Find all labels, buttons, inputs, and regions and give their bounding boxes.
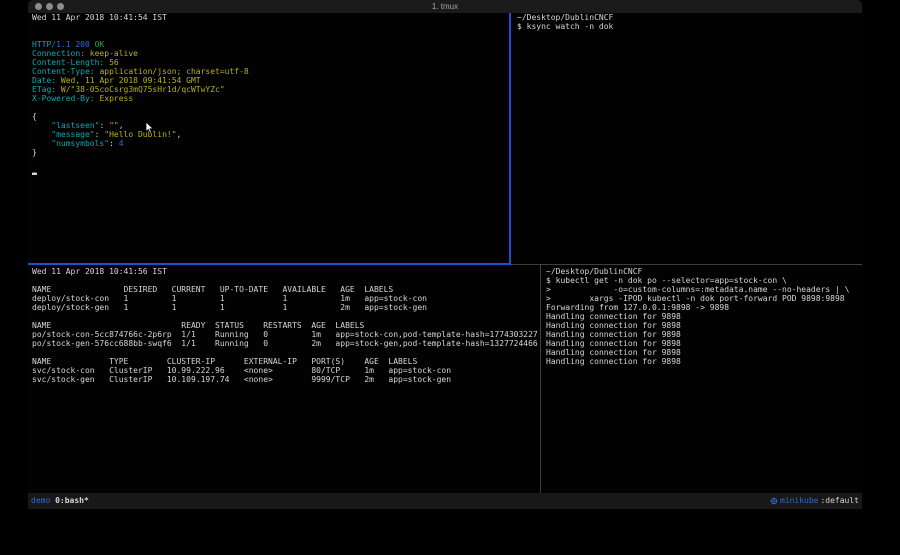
window-tab-bash[interactable]: 0:bash* bbox=[55, 496, 89, 505]
pane-http-response[interactable]: Wed 11 Apr 2018 10:41:54 ISTHTTP/1.1 200… bbox=[32, 13, 508, 175]
pane-divider-vertical-bottom[interactable] bbox=[540, 265, 541, 493]
tmux-terminal-window: 1. tmux Wed 11 Apr 2018 10:41:54 ISTHTTP… bbox=[28, 0, 862, 510]
pane-kubectl-get[interactable]: Wed 11 Apr 2018 10:41:56 ISTNAME DESIRED… bbox=[32, 267, 540, 384]
pane-divider-horizontal-inactive[interactable] bbox=[511, 264, 862, 265]
pane-ksync-watch[interactable]: ~/Desktop/DublinCNCF$ ksync watch -n dok bbox=[517, 13, 857, 31]
tmux-status-bar: demo 0:bash* minikube:default bbox=[28, 493, 862, 509]
session-name: demo bbox=[31, 496, 50, 505]
status-left: demo 0:bash* bbox=[31, 493, 89, 509]
kube-context-name: minikube bbox=[780, 493, 819, 509]
window-title: 1. tmux bbox=[28, 0, 862, 13]
mouse-cursor-icon bbox=[145, 122, 154, 134]
pane-port-forward[interactable]: ~/Desktop/DublinCNCF$ kubectl get -n dok… bbox=[546, 267, 860, 366]
pane-divider-horizontal-active[interactable] bbox=[28, 263, 511, 265]
window-titlebar: 1. tmux bbox=[28, 0, 862, 13]
pane-divider-vertical-top[interactable] bbox=[509, 13, 511, 263]
kube-namespace: :default bbox=[820, 493, 859, 509]
status-right: minikube:default bbox=[770, 493, 859, 509]
kubernetes-helm-icon bbox=[770, 497, 778, 505]
